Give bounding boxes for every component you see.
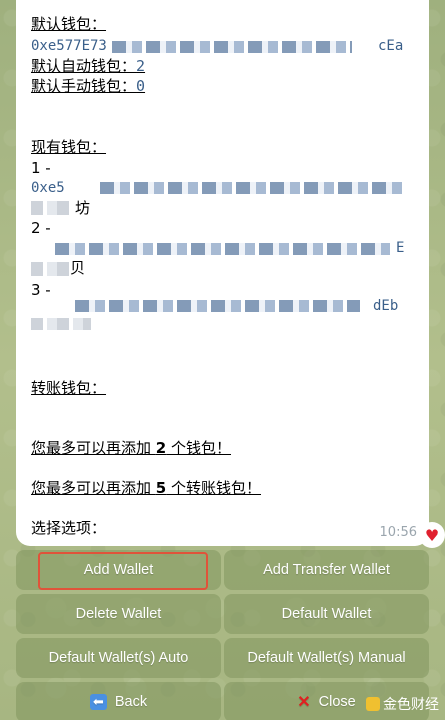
transfer-wallet-label: 转账钱包： bbox=[31, 379, 107, 397]
choose-option-prompt: 选择选项： bbox=[31, 519, 107, 537]
message-timestamp: 10:56 bbox=[379, 525, 417, 540]
delete-wallet-button[interactable]: Delete Wallet bbox=[16, 594, 221, 634]
wallet-3-index: 3 - bbox=[31, 281, 51, 299]
back-button[interactable]: ⬅ Back bbox=[16, 682, 221, 720]
default-auto-wallet-label: 默认自动钱包：2 bbox=[31, 57, 146, 75]
redacted-address bbox=[100, 182, 405, 194]
wallet-1-address[interactable]: 0xe5 bbox=[31, 178, 65, 198]
default-wallet-manual-button[interactable]: Default Wallet(s) Manual bbox=[224, 638, 429, 678]
close-x-icon: ✕ bbox=[297, 694, 311, 711]
redacted-wallet-name bbox=[31, 262, 69, 276]
default-wallet-label: 默认钱包： bbox=[31, 15, 107, 33]
heart-reaction-icon[interactable]: ♥ bbox=[419, 522, 445, 548]
redacted-wallet-name bbox=[31, 318, 91, 330]
can-add-transfer-wallets-note: 您最多可以再添加 5 个转账钱包！ bbox=[31, 479, 261, 497]
redacted-wallet-name bbox=[31, 201, 73, 215]
wallet-2-name-suffix: 贝 bbox=[70, 259, 86, 277]
default-manual-wallet-label: 默认手动钱包：0 bbox=[31, 77, 146, 95]
back-arrow-icon: ⬅ bbox=[89, 694, 107, 710]
wallet-2-index: 2 - bbox=[31, 219, 51, 237]
default-wallet-address-end: cEa bbox=[378, 38, 404, 54]
watermark: 金色财经 bbox=[366, 694, 439, 714]
add-transfer-wallet-button[interactable]: Add Transfer Wallet bbox=[224, 550, 429, 590]
redacted-address bbox=[112, 41, 352, 53]
default-wallet-auto-button[interactable]: Default Wallet(s) Auto bbox=[16, 638, 221, 678]
default-wallet-button[interactable]: Default Wallet bbox=[224, 594, 429, 634]
redacted-address bbox=[75, 300, 360, 312]
wallet-3-address-end: dEb bbox=[373, 298, 399, 314]
wallet-1-index: 1 - bbox=[31, 159, 51, 177]
redacted-address bbox=[55, 243, 390, 255]
add-wallet-highlight bbox=[38, 552, 208, 590]
wallet-2-address-end: E bbox=[396, 240, 405, 256]
default-wallet-address[interactable]: 0xe577E73 bbox=[31, 36, 107, 56]
watermark-logo-icon bbox=[366, 697, 380, 711]
can-add-wallets-note: 您最多可以再添加 2 个钱包！ bbox=[31, 439, 231, 457]
wallet-1-name-suffix: 坊 bbox=[75, 199, 91, 217]
existing-wallets-label: 现有钱包： bbox=[31, 138, 107, 156]
